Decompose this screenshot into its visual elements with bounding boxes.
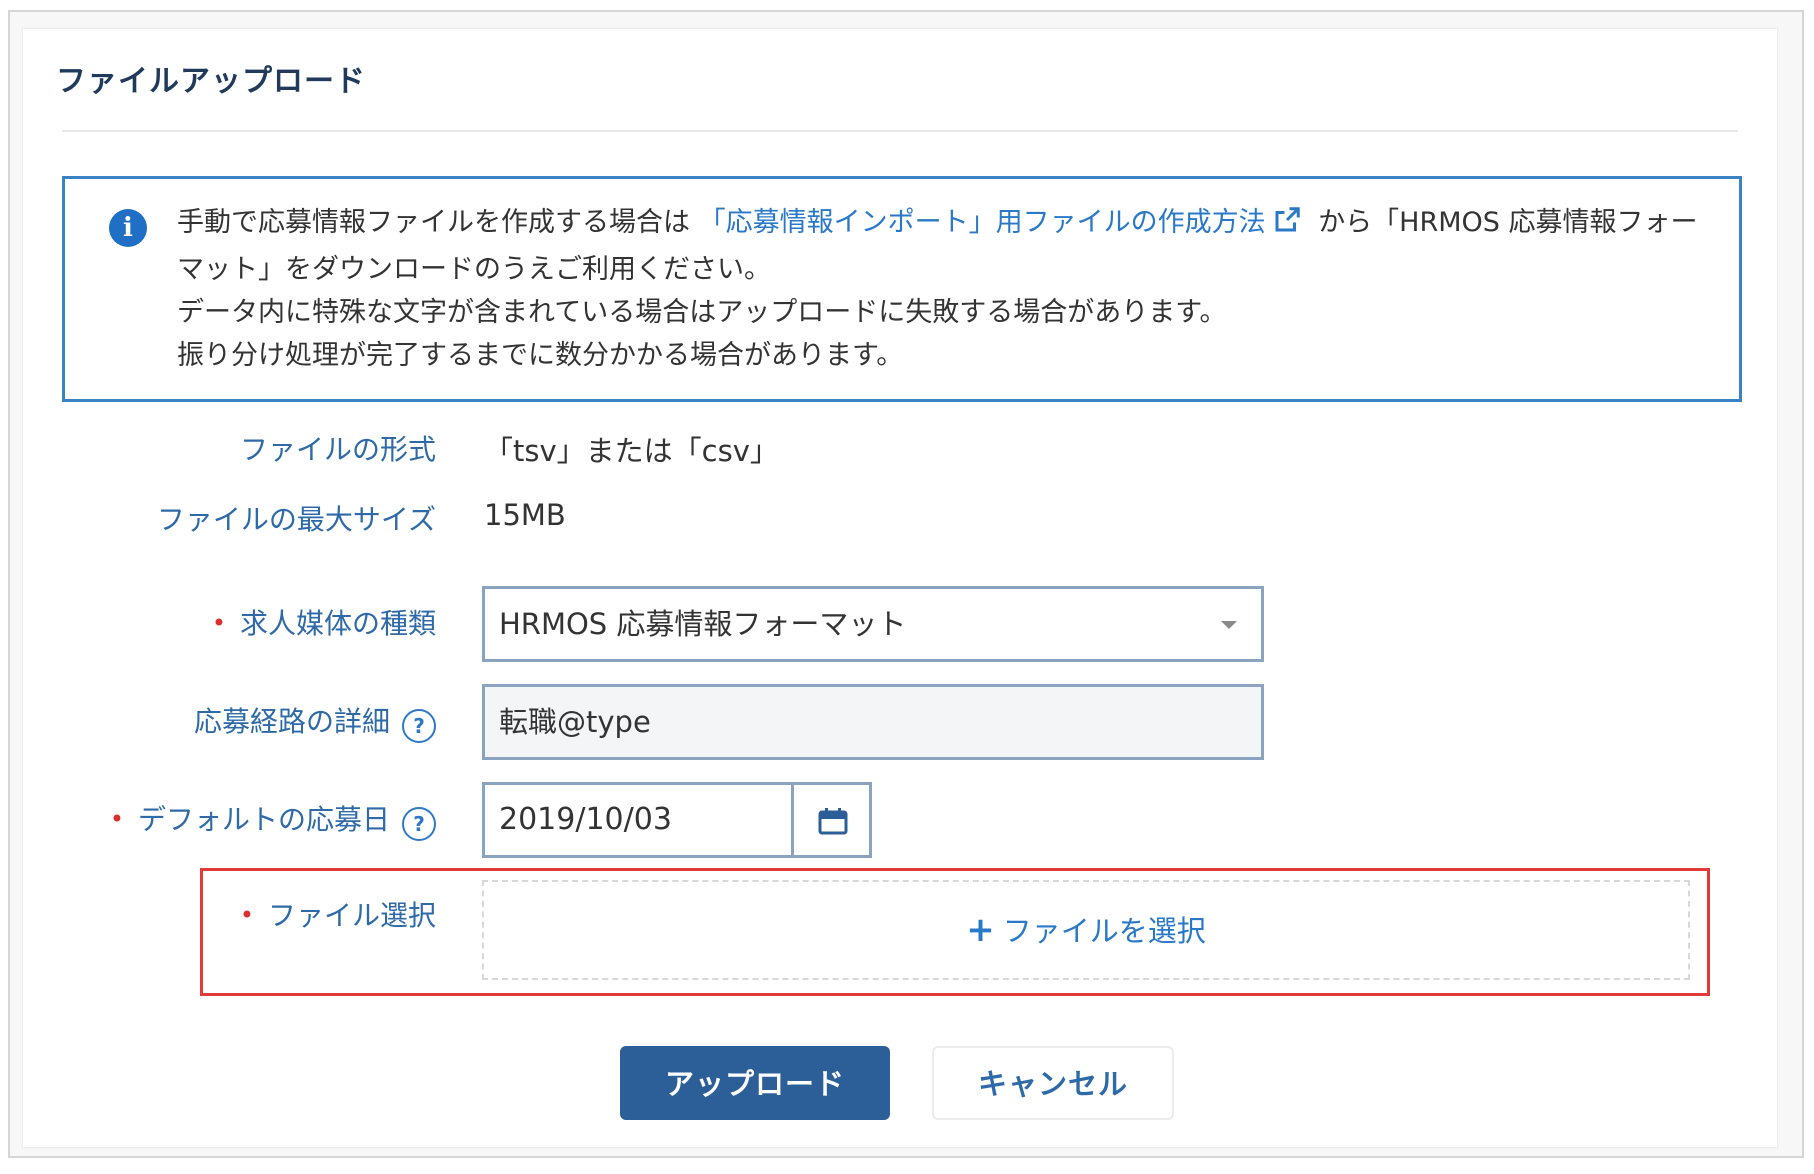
route-detail-input[interactable]: 転職@type	[482, 684, 1264, 760]
import-format-guide-link[interactable]: 「応募情報インポート」用ファイルの作成方法	[699, 207, 1319, 238]
page-title: ファイルアップロード	[56, 64, 366, 99]
file-format-label: ファイルの形式	[239, 433, 436, 466]
help-icon[interactable]: ?	[402, 807, 436, 841]
file-format-value: 「tsv」または「csv」	[484, 434, 779, 468]
file-select-label: • ファイル選択	[240, 894, 436, 934]
plus-icon: +	[966, 910, 995, 950]
route-detail-label-text: 応募経路の詳細	[193, 705, 390, 738]
help-icon[interactable]: ?	[402, 709, 436, 743]
default-date-input[interactable]: 2019/10/03	[485, 785, 791, 855]
info-line1-prefix: 手動で応募情報ファイルを作成する場合は	[177, 207, 690, 238]
media-type-select[interactable]: HRMOS 応募情報フォーマット	[482, 586, 1264, 662]
import-format-guide-link-text: 「応募情報インポート」用ファイルの作成方法	[698, 207, 1266, 238]
required-mark: •	[109, 805, 124, 833]
default-date-label: • デフォルトの応募日?	[110, 798, 436, 841]
media-type-label: • 求人媒体の種類	[212, 602, 436, 642]
external-link-icon	[1272, 205, 1302, 248]
upload-button[interactable]: アップロード	[620, 1046, 890, 1120]
calendar-button[interactable]	[791, 785, 869, 855]
default-date-label-text: デフォルトの応募日	[137, 803, 390, 836]
media-type-label-text: 求人媒体の種類	[239, 607, 436, 640]
route-detail-label: 応募経路の詳細?	[194, 700, 436, 743]
cancel-button[interactable]: キャンセル	[932, 1046, 1174, 1120]
file-select-button-label: ファイルを選択	[1002, 914, 1206, 948]
info-text: 手動で応募情報ファイルを作成する場合は 「応募情報インポート」用ファイルの作成方…	[177, 201, 1717, 377]
required-mark: •	[211, 609, 226, 637]
file-select-label-text: ファイル選択	[267, 899, 436, 932]
default-date-field: 2019/10/03	[482, 782, 872, 858]
title-divider	[62, 130, 1738, 132]
info-notice: i 手動で応募情報ファイルを作成する場合は 「応募情報インポート」用ファイルの作…	[62, 176, 1742, 402]
required-mark: •	[239, 901, 254, 929]
max-size-value: 15MB	[484, 498, 566, 532]
max-size-label: ファイルの最大サイズ	[156, 503, 436, 536]
calendar-icon	[818, 808, 848, 835]
info-line3: 振り分け処理が完了するまでに数分かかる場合があります。	[177, 340, 904, 371]
chevron-down-icon	[1221, 621, 1237, 629]
info-line2: データ内に特殊な文字が含まれている場合はアップロードに失敗する場合があります。	[177, 297, 1227, 328]
file-select-dropzone[interactable]: + ファイルを選択	[482, 880, 1690, 980]
media-type-selected: HRMOS 応募情報フォーマット	[499, 607, 907, 641]
route-detail-value: 転職@type	[499, 705, 651, 739]
info-icon: i	[109, 209, 147, 247]
